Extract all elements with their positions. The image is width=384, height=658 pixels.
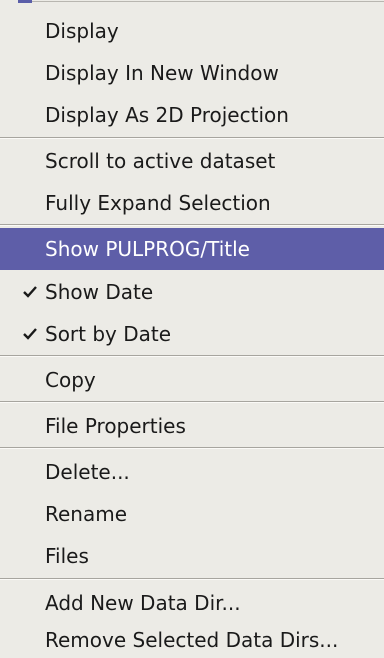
menu-item-delete[interactable]: Delete...: [0, 452, 384, 492]
menu-separator: [0, 224, 384, 226]
menu-item-fully-expand-selection[interactable]: Fully Expand Selection: [0, 184, 384, 222]
menu-top-rule: [32, 1, 384, 2]
menu-item-label: Fully Expand Selection: [45, 191, 271, 215]
menu-separator: [0, 447, 384, 449]
menu-item-remove-selected-data-dirs[interactable]: Remove Selected Data Dirs...: [0, 620, 384, 658]
context-menu: Display Display In New Window Display As…: [0, 0, 384, 658]
menu-item-label: Remove Selected Data Dirs...: [45, 628, 339, 652]
menu-separator: [0, 137, 384, 139]
menu-item-label: Display: [45, 19, 119, 43]
menu-item-label: File Properties: [45, 414, 186, 438]
menu-separator: [0, 355, 384, 357]
menu-item-label: Show Date: [45, 280, 154, 304]
menu-item-scroll-to-active-dataset[interactable]: Scroll to active dataset: [0, 142, 384, 180]
menu-item-show-pulprog-title[interactable]: Show PULPROG/Title: [0, 228, 384, 270]
menu-top-accent: [18, 0, 32, 3]
menu-item-label: Sort by Date: [45, 322, 172, 346]
menu-separator: [0, 578, 384, 580]
menu-item-add-new-data-dir[interactable]: Add New Data Dir...: [0, 583, 384, 623]
menu-item-rename[interactable]: Rename: [0, 494, 384, 534]
menu-item-show-date[interactable]: Show Date: [0, 272, 384, 312]
menu-item-label: Delete...: [45, 460, 130, 484]
menu-item-label: Add New Data Dir...: [45, 591, 241, 615]
menu-item-label: Display As 2D Projection: [45, 103, 289, 127]
menu-item-copy[interactable]: Copy: [0, 360, 384, 400]
menu-item-file-properties[interactable]: File Properties: [0, 406, 384, 446]
menu-item-display[interactable]: Display: [0, 12, 384, 50]
menu-item-files[interactable]: Files: [0, 536, 384, 576]
check-icon: [20, 282, 40, 302]
menu-item-label: Copy: [45, 368, 96, 392]
menu-item-sort-by-date[interactable]: Sort by Date: [0, 314, 384, 354]
menu-item-display-as-2d-projection[interactable]: Display As 2D Projection: [0, 96, 384, 134]
check-icon: [20, 324, 40, 344]
menu-separator: [0, 401, 384, 403]
menu-item-label: Rename: [45, 502, 128, 526]
menu-item-label: Files: [45, 544, 89, 568]
menu-item-label: Scroll to active dataset: [45, 149, 276, 173]
menu-item-label: Show PULPROG/Title: [45, 237, 250, 261]
menu-item-display-in-new-window[interactable]: Display In New Window: [0, 54, 384, 92]
menu-item-label: Display In New Window: [45, 61, 279, 85]
